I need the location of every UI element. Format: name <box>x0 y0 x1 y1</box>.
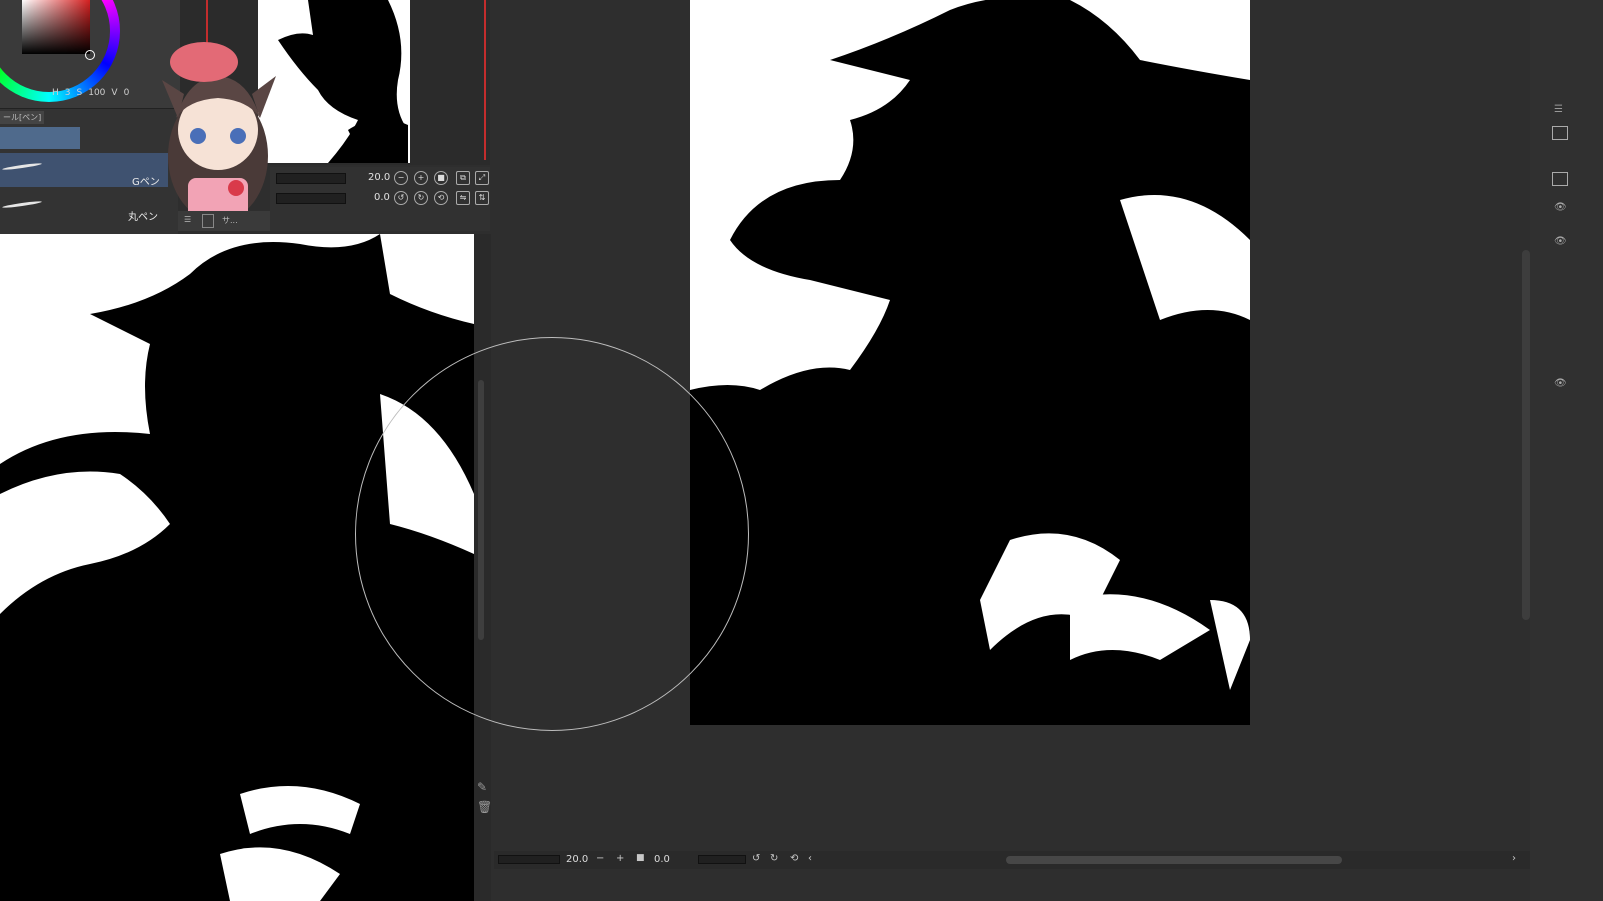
hsv-v-label: V <box>111 88 118 98</box>
status-stop-icon[interactable]: ■ <box>636 853 645 863</box>
chevron-right-icon[interactable]: › <box>1512 853 1516 864</box>
brush-size-cursor <box>355 337 749 731</box>
zoom-value[interactable]: 20.0 <box>368 172 390 183</box>
flip-vertical-icon[interactable]: ⇅ <box>475 191 489 205</box>
navigator-tab-row: ☰ サ... <box>178 211 270 231</box>
status-zoom-in-icon[interactable]: + <box>616 853 624 864</box>
marupen-stroke-preview <box>1 200 43 209</box>
hsv-readout: H 3 S 100 V 0 <box>52 88 129 98</box>
zoom-out-icon[interactable]: − <box>394 171 408 185</box>
horizontal-scroll-thumb[interactable] <box>1006 856 1342 864</box>
eye-icon[interactable]: 👁 <box>1554 378 1567 389</box>
navigator-guide-line <box>484 0 486 160</box>
rotation-slider[interactable] <box>276 193 346 204</box>
status-rotate-right-icon[interactable]: ↻ <box>770 853 778 864</box>
main-canvas-vertical-scrollbar[interactable] <box>1522 250 1530 620</box>
hsv-h-label: H <box>52 88 59 98</box>
main-canvas[interactable] <box>690 0 1250 725</box>
menu-icon[interactable]: ☰ <box>1554 104 1563 115</box>
flip-horizontal-icon[interactable]: ⇋ <box>456 191 470 205</box>
status-rotation-slider[interactable] <box>698 855 746 864</box>
fit-window-icon[interactable]: ⧉ <box>456 171 470 185</box>
page-icon[interactable] <box>202 214 214 228</box>
sub-tool-panel-title: ール[ペン] <box>0 111 45 124</box>
reset-rotation-icon[interactable]: ⟲ <box>434 191 448 205</box>
hsv-s-label: S <box>76 88 83 98</box>
status-zoom-value[interactable]: 20.0 <box>566 854 588 865</box>
status-rotation-value[interactable]: 0.0 <box>654 854 670 865</box>
color-square[interactable] <box>22 0 90 54</box>
rotation-value[interactable]: 0.0 <box>374 192 390 203</box>
layer-thumbnail[interactable] <box>1552 126 1568 140</box>
layer-panel: ☰ 👁 👁 👁 <box>1530 0 1603 901</box>
status-bar: 20.0 − + ■ 0.0 ↺ ↻ ⟲ ‹ › <box>494 851 1530 869</box>
brush-preview-selected[interactable] <box>0 127 80 149</box>
trash-icon[interactable]: 🗑 <box>477 800 492 814</box>
full-view-icon[interactable]: ⤢ <box>475 171 489 185</box>
mascot-character-image <box>162 42 276 224</box>
status-reset-rotation-icon[interactable]: ⟲ <box>790 853 798 864</box>
status-zoom-slider[interactable] <box>498 855 560 864</box>
navigator-controls: 20.0 0.0 − + ■ ⧉ ⤢ ↺ ↻ ⟲ ⇋ ⇅ <box>270 167 490 231</box>
hsv-s-value[interactable]: 3 <box>65 88 71 98</box>
zoom-slider[interactable] <box>276 173 346 184</box>
menu-icon[interactable]: ☰ <box>184 215 191 224</box>
eye-icon[interactable]: 👁 <box>1554 236 1567 247</box>
hsv-extra-value[interactable]: 0 <box>124 88 130 98</box>
rotate-left-icon[interactable]: ↺ <box>394 191 408 205</box>
main-silhouette-artwork <box>690 0 1250 725</box>
navigator-tab-label[interactable]: サ... <box>222 215 238 226</box>
status-zoom-out-icon[interactable]: − <box>596 853 604 864</box>
color-picker-handle[interactable] <box>85 50 95 60</box>
hsv-v-value[interactable]: 100 <box>88 88 105 98</box>
layer-folder-icon[interactable] <box>1552 172 1568 186</box>
eye-icon[interactable]: 👁 <box>1554 202 1567 213</box>
stop-icon[interactable]: ■ <box>434 171 448 185</box>
eyedropper-icon[interactable]: ✎ <box>477 780 487 794</box>
chevron-left-icon[interactable]: ‹ <box>808 853 812 864</box>
zoom-in-icon[interactable]: + <box>414 171 428 185</box>
status-rotate-left-icon[interactable]: ↺ <box>752 853 760 864</box>
rotate-right-icon[interactable]: ↻ <box>414 191 428 205</box>
